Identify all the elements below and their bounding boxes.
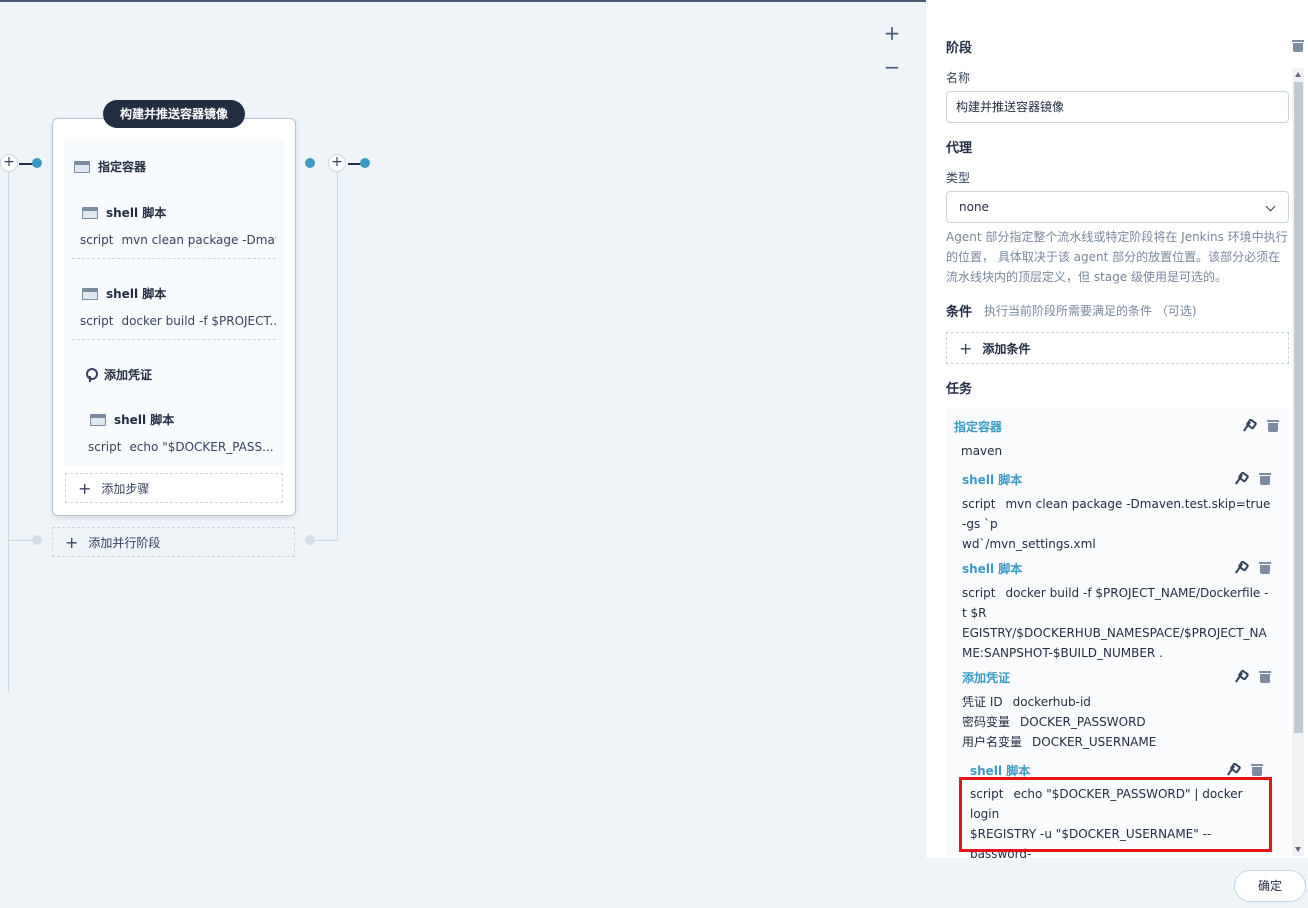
step-script: script docker build -f $PROJECT... (80, 314, 276, 328)
step-divider (72, 258, 276, 259)
wrench-icon[interactable] (1233, 562, 1245, 574)
connector-dot (360, 158, 370, 168)
step-script: script echo "$DOCKER_PASS... (88, 440, 274, 454)
task-shell-title[interactable]: shell 脚本 (962, 471, 1022, 488)
wrench-icon[interactable] (1233, 473, 1245, 485)
task-shell-script: script docker build -f $PROJECT_NAME/Dock… (962, 586, 1269, 660)
section-tasks: 任务 (946, 382, 973, 397)
name-input[interactable]: 构建并推送容器镜像 (946, 91, 1289, 123)
stage-name-pill[interactable]: 构建并推送容器镜像 (103, 100, 245, 128)
task-credential-details: 凭证 ID dockerhub-id 密码变量 DOCKER_PASSWORD 用户… (962, 695, 1157, 749)
highlight-box (959, 777, 1272, 852)
left-branch-line (8, 172, 9, 692)
task-credential-title[interactable]: 添加凭证 (962, 669, 1010, 686)
task-shell-title[interactable]: shell 脚本 (962, 560, 1022, 577)
delete-icon[interactable] (1259, 562, 1271, 574)
delete-stage-icon[interactable] (1292, 40, 1304, 52)
plus-icon: + (78, 478, 92, 498)
step-title: shell 脚本 (106, 206, 167, 220)
name-label: 名称 (946, 71, 971, 85)
wrench-icon[interactable] (1225, 764, 1237, 776)
step-title: 指定容器 (98, 160, 147, 174)
confirm-button[interactable]: 确定 (1234, 870, 1306, 902)
add-step-button[interactable]: + 添加步骤 (65, 473, 283, 503)
step-shell-3[interactable]: shell 脚本 (90, 411, 174, 428)
connector-dot (305, 158, 315, 168)
scroll-up-icon[interactable] (1295, 72, 1301, 77)
right-branch-line (337, 172, 338, 540)
delete-icon[interactable] (1259, 473, 1271, 485)
task-shell-script: script mvn clean package -Dmaven.test.ski… (962, 497, 1271, 551)
section-stage: 阶段 (946, 41, 973, 56)
delete-icon[interactable] (1267, 420, 1279, 432)
type-select[interactable]: none (946, 191, 1289, 223)
section-agent: 代理 (946, 141, 973, 156)
step-shell-2[interactable]: shell 脚本 (82, 285, 166, 302)
step-divider (72, 339, 276, 340)
step-credential[interactable]: 添加凭证 (84, 366, 152, 383)
step-container[interactable]: 指定容器 (74, 158, 146, 175)
insert-stage-right-button[interactable]: + (328, 154, 346, 172)
agent-description: Agent 部分指定整个流水线或特定阶段将在 Jenkins 环境中执行的位置，… (946, 230, 1288, 284)
panel-footer: 确定 (926, 858, 1308, 908)
terminal-icon (82, 206, 98, 219)
terminal-icon (82, 287, 98, 300)
insert-stage-left-button[interactable]: + (0, 154, 18, 172)
add-condition-button[interactable]: + 添加条件 (946, 332, 1289, 364)
terminal-icon (74, 160, 90, 173)
plus-icon: + (959, 338, 973, 358)
pipeline-canvas: + − + + 构建并推送容器镜像 指定容器 shell 脚本 script mv… (0, 0, 926, 908)
panel-scrollbar[interactable] (1292, 68, 1304, 856)
step-script: script mvn clean package -Dmav... (80, 233, 276, 247)
scroll-down-icon[interactable] (1295, 847, 1301, 852)
stage-settings-panel: 阶段 名称 构建并推送容器镜像 代理 类型 none Agent 部分指定整个流… (926, 0, 1308, 908)
connector (19, 163, 33, 165)
task-container-title[interactable]: 指定容器 (954, 418, 1002, 435)
zoom-in-button[interactable]: + (880, 22, 904, 46)
terminal-icon (90, 413, 106, 426)
step-shell-1[interactable]: shell 脚本 (82, 204, 166, 221)
zoom-out-button[interactable]: − (880, 56, 904, 80)
step-title: shell 脚本 (106, 287, 167, 301)
wrench-icon[interactable] (1233, 671, 1245, 683)
plus-icon: + (65, 532, 79, 552)
step-title: shell 脚本 (114, 413, 175, 427)
scrollbar-thumb[interactable] (1294, 82, 1303, 733)
task-container-value: maven (961, 444, 1003, 458)
key-icon (84, 367, 98, 382)
condition-hint: 执行当前阶段所需要满足的条件 （可选) (984, 304, 1197, 318)
section-condition: 条件 (946, 305, 973, 320)
delete-icon[interactable] (1251, 764, 1263, 776)
wrench-icon[interactable] (1241, 420, 1253, 432)
top-border (0, 0, 926, 2)
step-title: 添加凭证 (104, 368, 153, 382)
delete-icon[interactable] (1259, 671, 1271, 683)
chevron-down-icon (1265, 201, 1276, 212)
type-label: 类型 (946, 171, 971, 185)
connector-dot (32, 535, 42, 545)
add-parallel-stage-button[interactable]: + 添加并行阶段 (52, 527, 295, 557)
connector-dot (305, 535, 315, 545)
connector-dot (32, 158, 42, 168)
